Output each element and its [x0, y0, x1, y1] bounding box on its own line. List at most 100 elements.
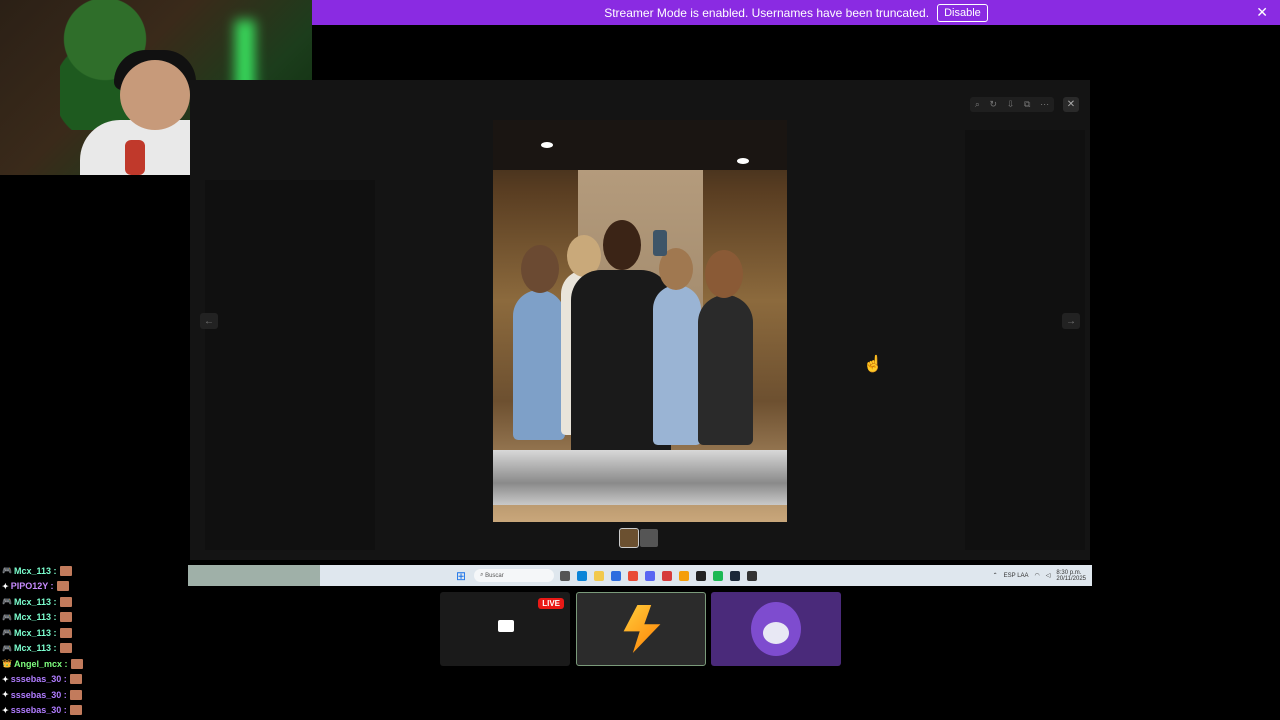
- close-icon[interactable]: ✕: [1256, 4, 1268, 21]
- emote-icon: [59, 596, 72, 607]
- phone: [653, 230, 667, 256]
- more-icon[interactable]: ⋯: [1040, 99, 1049, 110]
- tray-date: 20/11/2025: [1056, 575, 1086, 582]
- person-left-head: [521, 245, 559, 293]
- obs-icon[interactable]: [696, 570, 707, 581]
- emote-icon: [69, 705, 82, 716]
- image-thumbnails: [619, 528, 658, 548]
- chat-badge-icon: 🎮: [2, 628, 12, 638]
- chat-username: sssebas_30 :: [10, 689, 67, 700]
- person-left: [513, 290, 565, 440]
- hand-cursor-icon: ☝: [863, 356, 883, 373]
- lightning-bolt-icon: [623, 605, 661, 653]
- background-member-list: [965, 130, 1085, 550]
- edge-icon[interactable]: [577, 570, 588, 581]
- emote-icon: [59, 643, 72, 654]
- game-app-icon[interactable]: [662, 570, 673, 581]
- chat-message: 🎮 Mcx_113 :: [2, 641, 202, 657]
- rotate-icon[interactable]: ↻: [990, 99, 998, 110]
- chat-badge-icon: 🎮: [2, 597, 12, 607]
- background-sidebar: [205, 180, 375, 550]
- chat-message: 🎮 Mcx_113 :: [2, 594, 202, 610]
- chat-username: PIPO12Y :: [10, 581, 54, 592]
- person-center-head: [603, 220, 641, 270]
- viewer-image: [493, 120, 787, 522]
- volume-icon[interactable]: ◁: [1046, 572, 1051, 579]
- person-fourth: [653, 285, 701, 445]
- app-icon[interactable]: [679, 570, 690, 581]
- wifi-icon[interactable]: ◠: [1035, 572, 1040, 579]
- live-badge: LIVE: [538, 598, 564, 609]
- chat-message: 👑 Angel_mcx :: [2, 656, 202, 672]
- external-link-icon[interactable]: ⧉: [1024, 99, 1030, 110]
- chat-message: 🎮 Mcx_113 :: [2, 625, 202, 641]
- chat-message: 🎮 Mcx_113 :: [2, 563, 202, 579]
- chat-badge-icon: ✦: [2, 705, 9, 715]
- previous-image-button[interactable]: ←: [200, 313, 218, 329]
- weather-widget[interactable]: [188, 565, 320, 586]
- chat-overlay: 🎮 Mcx_113 : ✦ PIPO12Y : 🎮 Mcx_113 : 🎮 Mcx_11…: [2, 563, 202, 718]
- system-tray: ⌃ ESP LAA ◠ ◁ 8:30 p.m. 20/11/2025: [993, 570, 1092, 582]
- chat-message: ✦ PIPO12Y :: [2, 579, 202, 595]
- emote-icon: [69, 674, 82, 685]
- spotify-icon[interactable]: [713, 570, 724, 581]
- mascot-tile[interactable]: [711, 592, 841, 666]
- discord-icon[interactable]: [645, 570, 656, 581]
- thumbnail-1[interactable]: [619, 528, 639, 548]
- viewer-toolbar: ⌕ ↻ ⇩ ⧉ ⋯: [970, 97, 1054, 112]
- terminal-icon[interactable]: [747, 570, 758, 581]
- chat-badge-icon: ✦: [2, 690, 9, 700]
- streamer-face: [120, 60, 190, 130]
- chat-message: ✦ sssebas_30 :: [2, 687, 202, 703]
- viewer-close-button[interactable]: ✕: [1063, 97, 1079, 112]
- next-image-button[interactable]: →: [1062, 313, 1080, 329]
- disable-streamer-mode-button[interactable]: Disable: [937, 3, 988, 22]
- stream-preview-tile[interactable]: LIVE: [440, 592, 570, 666]
- tray-chevron-icon[interactable]: ⌃: [993, 572, 998, 579]
- ceiling-light: [541, 142, 553, 148]
- chat-username: Mcx_113 :: [13, 612, 57, 623]
- windows-start-icon[interactable]: ⊞: [456, 569, 466, 583]
- person-right-head: [705, 250, 743, 298]
- tray-clock[interactable]: 8:30 p.m. 20/11/2025: [1056, 570, 1086, 582]
- steam-icon[interactable]: [730, 570, 741, 581]
- chrome-icon[interactable]: [628, 570, 639, 581]
- emote-icon: [59, 612, 72, 623]
- emote-icon: [59, 627, 72, 638]
- zoom-icon[interactable]: ⌕: [975, 99, 980, 110]
- thumbnail-2[interactable]: [640, 529, 658, 547]
- emote-icon: [69, 689, 82, 700]
- chat-badge-icon: ✦: [2, 674, 9, 684]
- task-view-icon[interactable]: [560, 570, 571, 581]
- chat-username: sssebas_30 :: [10, 674, 67, 685]
- chat-username: Mcx_113 :: [13, 596, 57, 607]
- store-icon[interactable]: [611, 570, 622, 581]
- emote-icon: [56, 581, 69, 592]
- microphone: [125, 140, 145, 175]
- elevator-handrail: [493, 450, 787, 505]
- windows-taskbar: ⊞ ⌕ Buscar ⌃ ESP LAA ◠ ◁ 8:30 p.m. 20/11…: [188, 565, 1092, 586]
- chat-message: ✦ sssebas_30 :: [2, 672, 202, 688]
- banner-message: Streamer Mode is enabled. Usernames have…: [604, 5, 930, 20]
- chat-username: sssebas_30 :: [10, 705, 67, 716]
- chat-username: Mcx_113 :: [13, 627, 57, 638]
- taskbar-apps: [560, 570, 758, 581]
- streamer-mode-banner: Streamer Mode is enabled. Usernames have…: [312, 0, 1280, 25]
- chat-badge-icon: 🎮: [2, 612, 12, 622]
- download-icon[interactable]: ⇩: [1007, 99, 1015, 110]
- person-right: [698, 295, 753, 445]
- chat-badge-icon: ✦: [2, 581, 9, 591]
- search-placeholder: Buscar: [485, 572, 504, 579]
- tray-language[interactable]: ESP LAA: [1004, 573, 1029, 579]
- emote-icon: [70, 658, 83, 669]
- ceiling-light: [737, 158, 749, 164]
- chat-badge-icon: 🎮: [2, 643, 12, 653]
- lightning-tile[interactable]: [576, 592, 706, 666]
- chat-username: Mcx_113 :: [13, 643, 57, 654]
- chat-badge-icon: 🎮: [2, 566, 12, 576]
- file-explorer-icon[interactable]: [594, 570, 605, 581]
- mascot-face: [763, 622, 789, 644]
- chat-badge-icon: 👑: [2, 659, 12, 669]
- chat-message: ✦ sssebas_30 :: [2, 703, 202, 719]
- taskbar-search[interactable]: ⌕ Buscar: [474, 569, 555, 582]
